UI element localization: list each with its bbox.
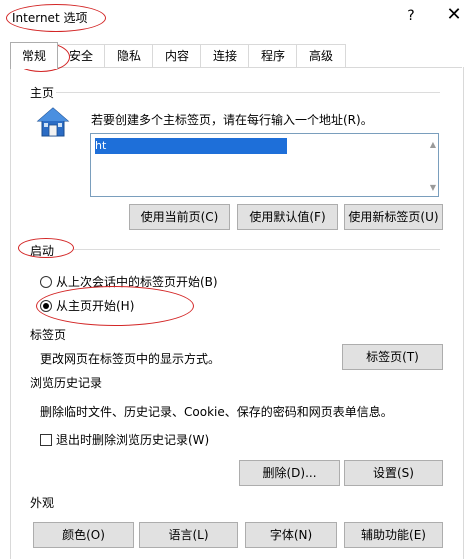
tabs-settings-button[interactable]: 标签页(T) (342, 344, 443, 370)
history-section-header: 浏览历史记录 (30, 376, 103, 390)
help-button[interactable]: ? (404, 8, 418, 24)
home-section-divider (56, 92, 440, 93)
close-button[interactable]: ✕ (446, 6, 462, 24)
home-page-url-field[interactable]: ht ▲ ▼ (90, 133, 439, 197)
tabs-section-header: 标签页 (30, 328, 67, 342)
delete-history-button[interactable]: 删除(D)... (239, 460, 340, 486)
tab-general[interactable]: 常规 (10, 42, 58, 69)
use-new-tab-button[interactable]: 使用新标签页(U) (344, 204, 443, 230)
tab-programs[interactable]: 程序 (248, 44, 298, 68)
use-default-button[interactable]: 使用默认值(F) (237, 204, 338, 230)
history-description: 删除临时文件、历史记录、Cookie、保存的密码和网页表单信息。 (40, 405, 393, 419)
tab-privacy[interactable]: 隐私 (104, 44, 154, 68)
startup-option-last-session[interactable]: 从上次会话中的标签页开始(B) (40, 273, 218, 290)
tab-security[interactable]: 安全 (56, 44, 106, 68)
title-bar: Internet 选项 ? ✕ (0, 0, 472, 34)
appearance-section-header: 外观 (30, 496, 55, 510)
tab-content[interactable]: 内容 (152, 44, 202, 68)
tabs-section-description: 更改网页在标签页中的显示方式。 (40, 352, 221, 366)
radio-home-page[interactable] (40, 300, 52, 312)
delete-on-exit-checkbox[interactable] (40, 434, 52, 446)
radio-last-session[interactable] (40, 276, 52, 288)
delete-on-exit-option[interactable]: 退出时删除浏览历史记录(W) (40, 431, 209, 448)
tab-advanced[interactable]: 高级 (296, 44, 346, 68)
home-section-header: 主页 (30, 86, 55, 100)
tab-connections[interactable]: 连接 (200, 44, 250, 68)
startup-section-divider (74, 249, 440, 250)
history-settings-button[interactable]: 设置(S) (344, 460, 443, 486)
colors-button[interactable]: 颜色(O) (33, 522, 134, 548)
chevron-up-icon[interactable]: ▲ (430, 140, 436, 149)
url-value[interactable]: ht (95, 138, 287, 154)
window-title: Internet 选项 (12, 11, 88, 25)
chevron-down-icon[interactable]: ▼ (430, 183, 436, 192)
house-icon (36, 107, 70, 137)
fonts-button[interactable]: 字体(N) (245, 522, 337, 548)
use-current-button[interactable]: 使用当前页(C) (129, 204, 230, 230)
startup-option-home-page[interactable]: 从主页开始(H) (40, 297, 134, 314)
languages-button[interactable]: 语言(L) (139, 522, 238, 548)
startup-section-header: 启动 (30, 244, 55, 258)
accessibility-button[interactable]: 辅助功能(E) (344, 522, 443, 548)
home-description: 若要创建多个主标签页，请在每行输入一个地址(R)。 (91, 113, 373, 127)
